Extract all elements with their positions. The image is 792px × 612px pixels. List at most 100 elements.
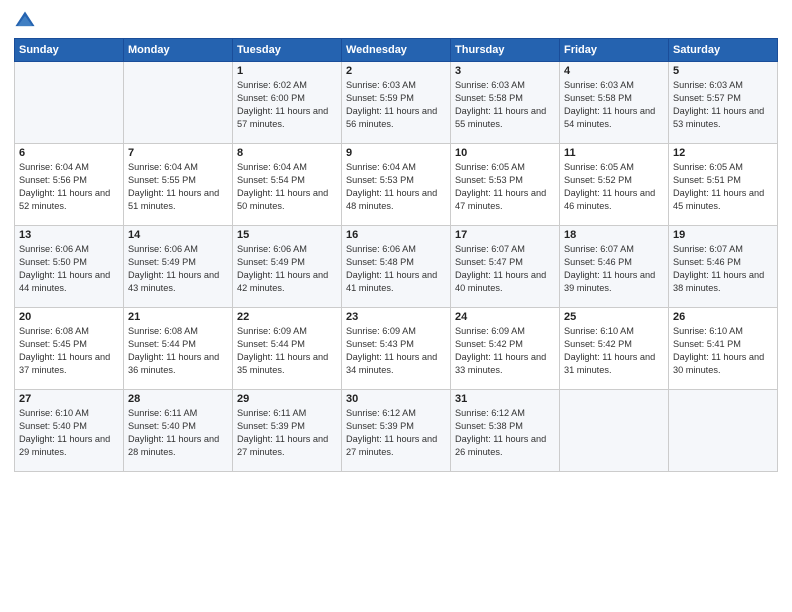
calendar-cell: 23Sunrise: 6:09 AMSunset: 5:43 PMDayligh…	[342, 308, 451, 390]
calendar-cell: 2Sunrise: 6:03 AMSunset: 5:59 PMDaylight…	[342, 62, 451, 144]
day-detail: Sunrise: 6:07 AMSunset: 5:47 PMDaylight:…	[455, 243, 555, 295]
sunrise: Sunrise: 6:04 AM	[237, 162, 307, 172]
day-detail: Sunrise: 6:05 AMSunset: 5:51 PMDaylight:…	[673, 161, 773, 213]
sunrise: Sunrise: 6:05 AM	[455, 162, 525, 172]
calendar-cell: 29 Sunrise: 6:11 AMSunset: 5:39 PMDayligh…	[233, 390, 342, 472]
day-number: 27	[19, 393, 119, 405]
sunrise: Sunrise: 6:07 AM	[455, 244, 525, 254]
day-detail: Sunrise: 6:09 AMSunset: 5:43 PMDaylight:…	[346, 325, 446, 377]
calendar-cell: 8Sunrise: 6:04 AMSunset: 5:54 PMDaylight…	[233, 144, 342, 226]
calendar-cell	[669, 390, 778, 472]
daylight: Daylight: 11 hours and 45 minutes.	[673, 188, 764, 211]
sunset: Sunset: 6:00 PM	[237, 93, 305, 103]
daylight: Daylight: 11 hours and 29 minutes.	[19, 434, 110, 457]
day-detail: Sunrise: 6:08 AMSunset: 5:45 PMDaylight:…	[19, 325, 119, 377]
calendar-cell: 4Sunrise: 6:03 AMSunset: 5:58 PMDaylight…	[560, 62, 669, 144]
day-number: 12	[673, 147, 773, 159]
daylight: Daylight: 11 hours and 44 minutes.	[19, 270, 110, 293]
day-detail: Sunrise: 6:04 AMSunset: 5:54 PMDaylight:…	[237, 161, 337, 213]
sunrise: Sunrise: 6:08 AM	[128, 326, 198, 336]
sunset: Sunset: 5:45 PM	[19, 339, 87, 349]
sunset: Sunset: 5:40 PM	[128, 421, 196, 431]
sunset: Sunset: 5:44 PM	[237, 339, 305, 349]
sunset: Sunset: 5:51 PM	[673, 175, 741, 185]
sunset: Sunset: 5:58 PM	[564, 93, 632, 103]
daylight: Daylight: 11 hours and 40 minutes.	[455, 270, 546, 293]
weekday-header-row: SundayMondayTuesdayWednesdayThursdayFrid…	[15, 39, 778, 62]
daylight: Daylight: 11 hours and 57 minutes.	[237, 106, 328, 129]
sunrise: Sunrise: 6:03 AM	[346, 80, 416, 90]
sunset: Sunset: 5:42 PM	[564, 339, 632, 349]
sunrise: Sunrise: 6:03 AM	[455, 80, 525, 90]
daylight: Daylight: 11 hours and 48 minutes.	[346, 188, 437, 211]
calendar-cell: 31Sunrise: 6:12 AMSunset: 5:38 PMDayligh…	[451, 390, 560, 472]
calendar-cell: 1Sunrise: 6:02 AMSunset: 6:00 PMDaylight…	[233, 62, 342, 144]
day-number: 2	[346, 65, 446, 77]
sunset: Sunset: 5:39 PM	[237, 421, 305, 431]
weekday-header-sunday: Sunday	[15, 39, 124, 62]
sunset: Sunset: 5:38 PM	[455, 421, 523, 431]
sunrise: Sunrise: 6:11 AM	[128, 408, 197, 418]
weekday-header-tuesday: Tuesday	[233, 39, 342, 62]
sunrise: Sunrise: 6:04 AM	[128, 162, 198, 172]
day-detail: Sunrise: 6:12 AMSunset: 5:38 PMDaylight:…	[455, 407, 555, 459]
calendar-week-1: 6Sunrise: 6:04 AMSunset: 5:56 PMDaylight…	[15, 144, 778, 226]
sunrise: Sunrise: 6:03 AM	[564, 80, 634, 90]
sunrise: Sunrise: 6:03 AM	[673, 80, 743, 90]
daylight: Daylight: 11 hours and 39 minutes.	[564, 270, 655, 293]
calendar-cell: 6Sunrise: 6:04 AMSunset: 5:56 PMDaylight…	[15, 144, 124, 226]
sunset: Sunset: 5:49 PM	[128, 257, 196, 267]
calendar-body: 1Sunrise: 6:02 AMSunset: 6:00 PMDaylight…	[15, 62, 778, 472]
day-number: 9	[346, 147, 446, 159]
daylight: Daylight: 11 hours and 42 minutes.	[237, 270, 328, 293]
day-number: 29	[237, 393, 337, 405]
daylight: Daylight: 11 hours and 26 minutes.	[455, 434, 546, 457]
sunset: Sunset: 5:55 PM	[128, 175, 196, 185]
calendar-cell	[15, 62, 124, 144]
sunrise: Sunrise: 6:10 AM	[673, 326, 743, 336]
calendar-week-2: 13Sunrise: 6:06 AMSunset: 5:50 PMDayligh…	[15, 226, 778, 308]
day-number: 15	[237, 229, 337, 241]
weekday-header-wednesday: Wednesday	[342, 39, 451, 62]
calendar-cell: 7Sunrise: 6:04 AMSunset: 5:55 PMDaylight…	[124, 144, 233, 226]
calendar-table: SundayMondayTuesdayWednesdayThursdayFrid…	[14, 38, 778, 472]
day-detail: Sunrise: 6:10 AMSunset: 5:40 PMDaylight:…	[19, 407, 119, 459]
daylight: Daylight: 11 hours and 30 minutes.	[673, 352, 764, 375]
sunrise: Sunrise: 6:04 AM	[19, 162, 89, 172]
calendar-cell: 18Sunrise: 6:07 AMSunset: 5:46 PMDayligh…	[560, 226, 669, 308]
daylight: Daylight: 11 hours and 51 minutes.	[128, 188, 219, 211]
daylight: Daylight: 11 hours and 46 minutes.	[564, 188, 655, 211]
day-detail: Sunrise: 6:11 AMSunset: 5:39 PMDaylight:…	[237, 407, 337, 459]
daylight: Daylight: 11 hours and 41 minutes.	[346, 270, 437, 293]
sunset: Sunset: 5:50 PM	[19, 257, 87, 267]
daylight: Daylight: 11 hours and 38 minutes.	[673, 270, 764, 293]
daylight: Daylight: 11 hours and 33 minutes.	[455, 352, 546, 375]
day-number: 6	[19, 147, 119, 159]
daylight: Daylight: 11 hours and 53 minutes.	[673, 106, 764, 129]
day-number: 10	[455, 147, 555, 159]
day-detail: Sunrise: 6:02 AMSunset: 6:00 PMDaylight:…	[237, 79, 337, 131]
day-number: 18	[564, 229, 664, 241]
calendar-cell: 30Sunrise: 6:12 AMSunset: 5:39 PMDayligh…	[342, 390, 451, 472]
sunset: Sunset: 5:52 PM	[564, 175, 632, 185]
daylight: Daylight: 11 hours and 47 minutes.	[455, 188, 546, 211]
day-number: 19	[673, 229, 773, 241]
calendar-cell: 11Sunrise: 6:05 AMSunset: 5:52 PMDayligh…	[560, 144, 669, 226]
daylight: Daylight: 11 hours and 28 minutes.	[128, 434, 219, 457]
calendar-cell: 15Sunrise: 6:06 AMSunset: 5:49 PMDayligh…	[233, 226, 342, 308]
sunset: Sunset: 5:41 PM	[673, 339, 741, 349]
sunset: Sunset: 5:46 PM	[564, 257, 632, 267]
sunset: Sunset: 5:54 PM	[237, 175, 305, 185]
calendar-cell: 26Sunrise: 6:10 AMSunset: 5:41 PMDayligh…	[669, 308, 778, 390]
day-detail: Sunrise: 6:05 AMSunset: 5:53 PMDaylight:…	[455, 161, 555, 213]
day-number: 17	[455, 229, 555, 241]
calendar-cell	[560, 390, 669, 472]
daylight: Daylight: 11 hours and 56 minutes.	[346, 106, 437, 129]
daylight: Daylight: 11 hours and 35 minutes.	[237, 352, 328, 375]
sunset: Sunset: 5:40 PM	[19, 421, 87, 431]
day-number: 13	[19, 229, 119, 241]
day-detail: Sunrise: 6:11 AM Sunset: 5:40 PM Daylight:…	[128, 407, 228, 459]
sunrise: Sunrise: 6:04 AM	[346, 162, 416, 172]
day-detail: Sunrise: 6:07 AMSunset: 5:46 PMDaylight:…	[673, 243, 773, 295]
sunset: Sunset: 5:49 PM	[237, 257, 305, 267]
